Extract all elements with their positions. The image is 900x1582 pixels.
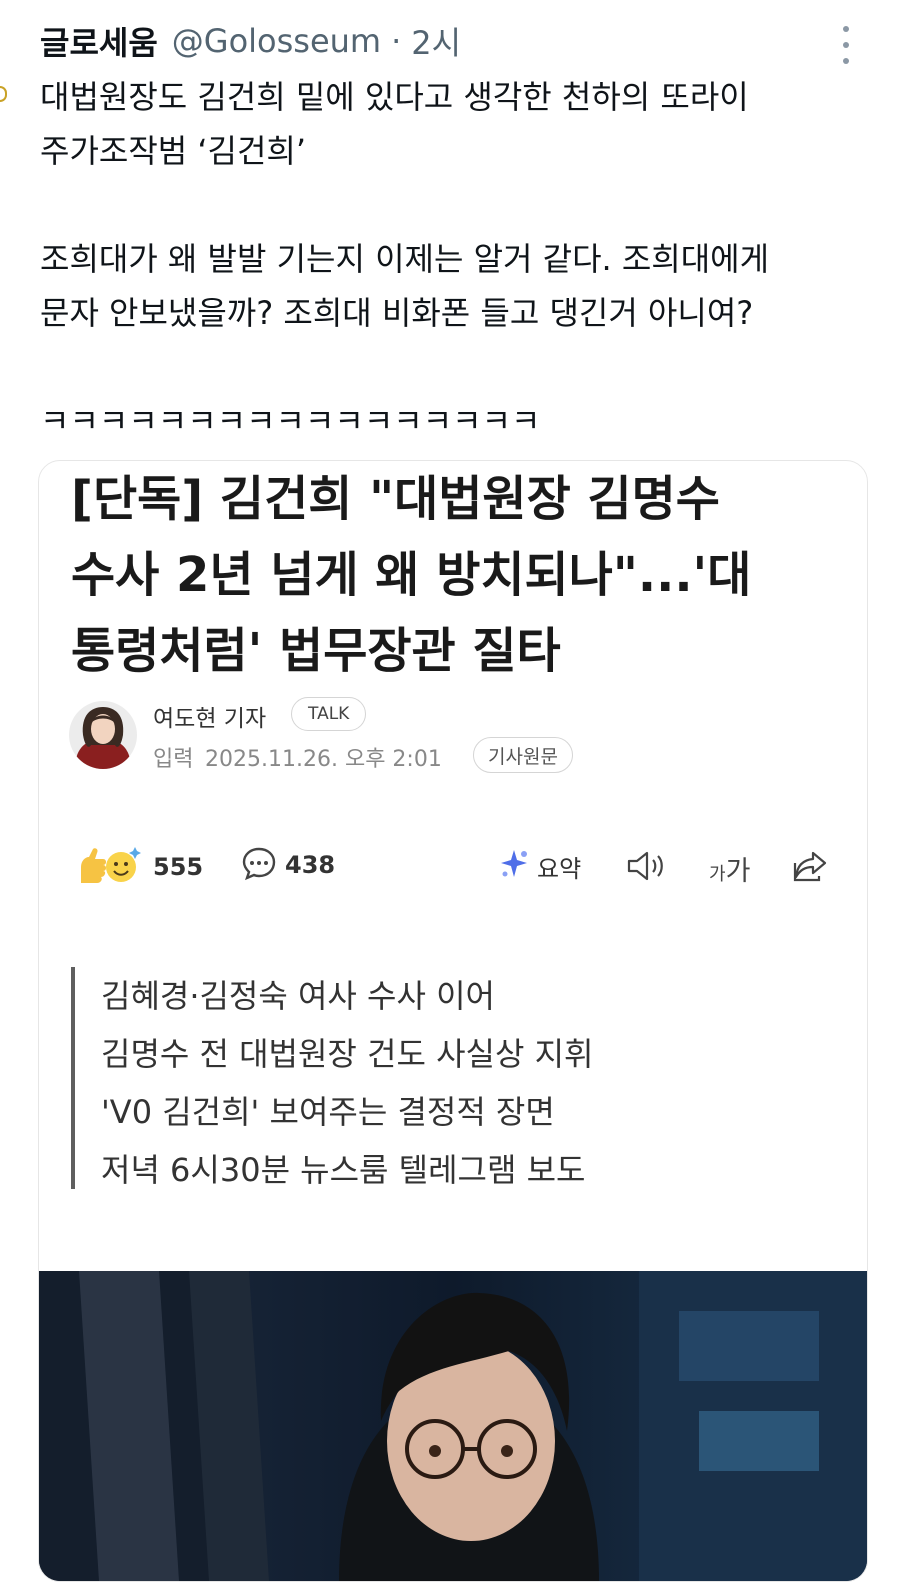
- summary-button[interactable]: 요약: [497, 847, 581, 885]
- pubdate: 2025.11.26. 오후 2:01: [205, 747, 442, 772]
- author-handle[interactable]: @Golosseum: [172, 22, 381, 60]
- tweet-line: [40, 340, 890, 394]
- ai-summary-sparkle-icon: [497, 847, 531, 885]
- edge-indicator: [0, 86, 7, 102]
- reaction-button[interactable]: 555: [75, 845, 203, 889]
- reporter-avatar: [69, 701, 137, 769]
- more-vertical-icon[interactable]: [834, 26, 858, 64]
- reporter-name[interactable]: 여도현 기자: [153, 699, 266, 733]
- tweet: 글로세움 @Golosseum · 2시 대법원장도 김건희 밑에 있다고 생각…: [0, 0, 900, 1582]
- pubdate-label: 입력: [153, 747, 194, 772]
- comment-bubble-icon: [241, 845, 277, 885]
- article-photo: [39, 1271, 867, 1581]
- tweet-text: 대법원장도 김건희 밑에 있다고 생각한 천하의 또라이 주가조작범 ‘김건희’…: [40, 70, 890, 448]
- summary-line: 저녁 6시30분 뉴스룸 텔레그램 보도: [101, 1151, 586, 1189]
- summary-label: 요약: [537, 854, 582, 883]
- article-action-bar: 555 438 요약 가 가: [39, 839, 867, 893]
- summary-line: 김혜경·김정숙 여사 수사 이어: [101, 977, 495, 1015]
- original-article-button[interactable]: 기사원문: [473, 737, 573, 773]
- summary-line: 'V0 김건희' 보여주는 결정적 장면: [101, 1093, 555, 1131]
- author-name[interactable]: 글로세움: [40, 18, 158, 64]
- tweet-line: 조희대가 왜 발발 기는지 이제는 알거 같다. 조희대에게: [40, 240, 770, 278]
- tweet-line: 주가조작범 ‘김건희’: [40, 132, 307, 170]
- headline-line: 수사 2년 넘게 왜 방치되나"...'대: [71, 547, 752, 603]
- font-size-button[interactable]: 가 가: [709, 849, 750, 888]
- tweet-line: ㅋㅋㅋㅋㅋㅋㅋㅋㅋㅋㅋㅋㅋㅋㅋㅋㅋ: [40, 402, 541, 440]
- talk-button[interactable]: TALK: [291, 697, 367, 731]
- tweet-header: 글로세움 @Golosseum · 2시: [40, 18, 461, 64]
- comment-button[interactable]: 438: [241, 845, 335, 885]
- share-icon[interactable]: [791, 849, 831, 887]
- comment-count: 438: [285, 851, 336, 879]
- summary-bar: [71, 967, 75, 1189]
- summary-lines: 김혜경·김정숙 여사 수사 이어 김명수 전 대법원장 건도 사실상 지휘 'V…: [101, 967, 593, 1199]
- tweet-time[interactable]: 2시: [411, 18, 461, 64]
- font-size-big: 가: [725, 856, 751, 887]
- tweet-line: 문자 안보냈을까? 조희대 비화폰 들고 댕긴거 아니여?: [40, 294, 754, 332]
- headline-line: 통령처럼' 법무장관 질타: [71, 623, 561, 679]
- speaker-icon[interactable]: [625, 849, 669, 887]
- tweet-line: [40, 178, 890, 232]
- reaction-count: 555: [153, 853, 204, 881]
- header-separator: ·: [391, 22, 402, 60]
- font-size-small: 가: [709, 864, 726, 885]
- summary-line: 김명수 전 대법원장 건도 사실상 지휘: [101, 1035, 594, 1073]
- article-headline: [단독] 김건희 "대법원장 김명수 수사 2년 넘게 왜 방치되나"...'대…: [71, 461, 861, 689]
- emoji-reaction-icon: [75, 845, 147, 889]
- headline-line: [단독] 김건희 "대법원장 김명수: [71, 471, 720, 527]
- article-screenshot-card[interactable]: [단독] 김건희 "대법원장 김명수 수사 2년 넘게 왜 방치되나"...'대…: [38, 460, 868, 1582]
- tweet-line: 대법원장도 김건희 밑에 있다고 생각한 천하의 또라이: [40, 78, 749, 116]
